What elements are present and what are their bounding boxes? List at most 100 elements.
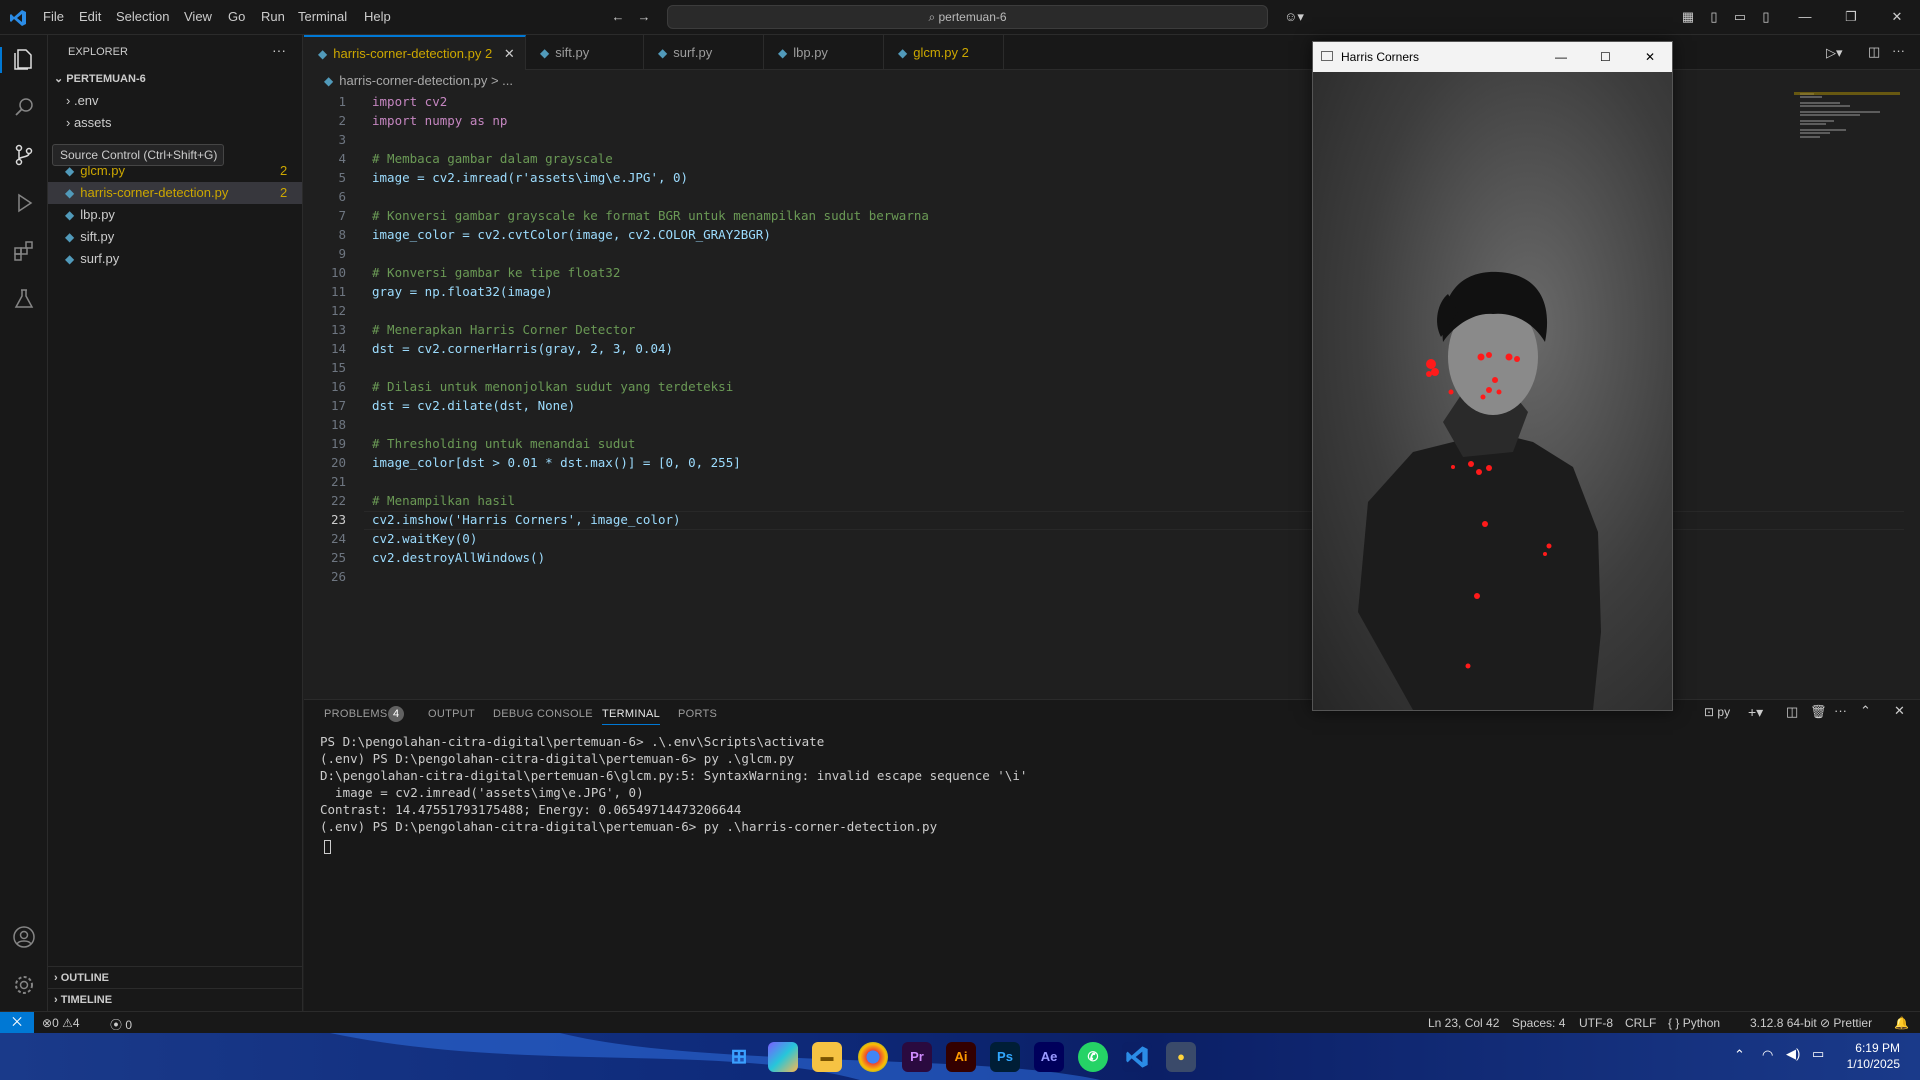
- ports-status[interactable]: ⦿ 0: [110, 1016, 132, 1033]
- toggle-panel-icon[interactable]: ▭: [1732, 9, 1748, 25]
- whatsapp-icon[interactable]: ✆: [1078, 1042, 1108, 1072]
- python-file-icon: ◆: [898, 46, 908, 60]
- folder-env[interactable]: › .env: [48, 90, 302, 112]
- testing-icon[interactable]: [12, 287, 36, 311]
- command-center-label: pertemuan-6: [938, 10, 1007, 24]
- window-maximize-icon[interactable]: ☐: [1600, 42, 1611, 72]
- encoding[interactable]: UTF-8: [1579, 1016, 1613, 1030]
- more-actions-icon[interactable]: ···: [272, 42, 286, 58]
- tab-debug-console[interactable]: DEBUG CONSOLE: [493, 708, 593, 720]
- file-lbp[interactable]: ◆ lbp.py: [48, 204, 302, 226]
- start-icon[interactable]: ⊞: [724, 1042, 754, 1072]
- file-sift[interactable]: ◆ sift.py: [48, 226, 302, 248]
- copilot-app-icon[interactable]: [768, 1042, 798, 1072]
- code-editor[interactable]: 1 import cv2 2 import numpy as np 3 4 # Membac…: [304, 92, 1920, 692]
- run-debug-icon[interactable]: [12, 191, 36, 215]
- clock-time[interactable]: 6:19 PM: [1844, 1041, 1900, 1055]
- window-title-bar[interactable]: Harris Corners — ☐ ✕: [1313, 42, 1672, 72]
- close-tab-icon[interactable]: ✕: [504, 46, 515, 61]
- folder-assets[interactable]: › assets: [48, 112, 302, 134]
- menu-help[interactable]: Help: [364, 9, 391, 24]
- forward-arrow-icon[interactable]: →: [636, 9, 652, 25]
- wifi-icon[interactable]: ◠: [1762, 1047, 1773, 1063]
- volume-icon[interactable]: ◀): [1786, 1046, 1800, 1062]
- more-actions-icon[interactable]: ···: [1834, 703, 1847, 718]
- run-file-icon[interactable]: ▷▾: [1826, 45, 1843, 61]
- project-folder[interactable]: ⌄ PERTEMUAN-6: [48, 68, 302, 90]
- menu-file[interactable]: File: [43, 9, 64, 24]
- problems-status[interactable]: ⊗0 ⚠4: [42, 1016, 80, 1030]
- indentation[interactable]: Spaces: 4: [1512, 1016, 1565, 1030]
- outline-section[interactable]: › OUTLINE: [48, 966, 302, 988]
- after-effects-icon[interactable]: Ae: [1034, 1042, 1064, 1072]
- ports-count: 0: [125, 1018, 133, 1032]
- harris-corners-window[interactable]: Harris Corners — ☐ ✕: [1312, 41, 1673, 711]
- file-explorer-icon[interactable]: ▬: [812, 1042, 842, 1072]
- tab-surf[interactable]: ◆ surf.py: [644, 35, 764, 70]
- customize-layout-icon[interactable]: ▦: [1680, 9, 1696, 25]
- premiere-icon[interactable]: Pr: [902, 1042, 932, 1072]
- command-center[interactable]: ⌕ pertemuan-6: [667, 5, 1268, 29]
- minimize-icon[interactable]: —: [1797, 9, 1813, 25]
- restore-icon[interactable]: ❐: [1843, 9, 1859, 25]
- tab-harris-corner-detection[interactable]: ◆ harris-corner-detection.py 2 ✕: [304, 35, 526, 70]
- menu-view[interactable]: View: [184, 9, 212, 24]
- battery-icon[interactable]: ▭: [1812, 1046, 1824, 1062]
- menu-selection[interactable]: Selection: [116, 9, 169, 24]
- split-editor-icon[interactable]: ◫: [1868, 44, 1880, 60]
- search-icon[interactable]: [12, 95, 36, 119]
- tab-lbp[interactable]: ◆ lbp.py: [764, 35, 884, 70]
- notifications-bell-icon[interactable]: 🔔: [1894, 1016, 1909, 1030]
- back-arrow-icon[interactable]: ←: [610, 9, 626, 25]
- more-actions-icon[interactable]: ···: [1892, 43, 1905, 58]
- trash-icon[interactable]: 🗑: [1810, 704, 1827, 720]
- close-icon[interactable]: ✕: [1889, 9, 1905, 25]
- file-surf[interactable]: ◆ surf.py: [48, 248, 302, 270]
- file-harris-corner-detection[interactable]: ◆ harris-corner-detection.py 2: [48, 182, 302, 204]
- remote-icon[interactable]: ⨉: [0, 1012, 34, 1033]
- warning-icon: ⚠: [62, 1016, 73, 1030]
- explorer-icon[interactable]: [12, 47, 36, 71]
- line-number: 3: [338, 132, 346, 147]
- window-close-icon[interactable]: ✕: [1645, 42, 1655, 72]
- tab-problems[interactable]: PROBLEMS: [324, 708, 388, 720]
- account-icon[interactable]: [12, 925, 36, 949]
- photoshop-icon[interactable]: Ps: [990, 1042, 1020, 1072]
- tab-sift[interactable]: ◆ sift.py: [526, 35, 644, 70]
- tab-terminal[interactable]: TERMINAL: [602, 708, 661, 725]
- line-ending[interactable]: CRLF: [1625, 1016, 1656, 1030]
- toggle-secondary-sidebar-icon[interactable]: ▯: [1758, 9, 1774, 25]
- tab-output[interactable]: OUTPUT: [428, 708, 475, 720]
- language-mode[interactable]: { } Python: [1668, 1016, 1720, 1030]
- menu-go[interactable]: Go: [228, 9, 245, 24]
- menu-run[interactable]: Run: [261, 9, 285, 24]
- chrome-icon[interactable]: [858, 1042, 888, 1072]
- tab-ports[interactable]: PORTS: [678, 708, 717, 720]
- terminal-profile[interactable]: ⊡ py: [1704, 705, 1730, 719]
- minimap[interactable]: [1794, 92, 1900, 140]
- breadcrumb[interactable]: ◆ harris-corner-detection.py > ...: [304, 70, 1304, 92]
- maximize-panel-icon[interactable]: ⌃: [1860, 703, 1871, 719]
- copilot-icon[interactable]: ☺▾: [1280, 9, 1308, 25]
- settings-gear-icon[interactable]: [12, 973, 36, 997]
- timeline-section[interactable]: › TIMELINE: [48, 988, 302, 1010]
- window-minimize-icon[interactable]: —: [1555, 42, 1567, 72]
- illustrator-icon[interactable]: Ai: [946, 1042, 976, 1072]
- extensions-icon[interactable]: [12, 239, 36, 263]
- tab-glcm[interactable]: ◆ glcm.py 2: [884, 35, 1004, 70]
- source-control-icon[interactable]: [12, 143, 36, 167]
- close-panel-icon[interactable]: ✕: [1894, 703, 1905, 719]
- python-version[interactable]: 3.12.8 64-bit: [1750, 1016, 1817, 1030]
- tray-chevron-icon[interactable]: ⌃: [1734, 1047, 1745, 1063]
- cursor-position[interactable]: Ln 23, Col 42: [1428, 1016, 1499, 1030]
- window-app-icon: [1321, 51, 1333, 61]
- toggle-sidebar-icon[interactable]: ▯: [1706, 9, 1722, 25]
- menu-edit[interactable]: Edit: [79, 9, 101, 24]
- formatter[interactable]: ⊘ Prettier: [1820, 1016, 1872, 1030]
- split-terminal-icon[interactable]: ◫: [1786, 704, 1798, 720]
- vscode-taskbar-icon[interactable]: [1122, 1042, 1152, 1072]
- python-window-icon[interactable]: ●: [1166, 1042, 1196, 1072]
- clock-date[interactable]: 1/10/2025: [1836, 1057, 1900, 1071]
- menu-terminal[interactable]: Terminal: [298, 9, 347, 24]
- new-terminal-icon[interactable]: +▾: [1748, 704, 1763, 721]
